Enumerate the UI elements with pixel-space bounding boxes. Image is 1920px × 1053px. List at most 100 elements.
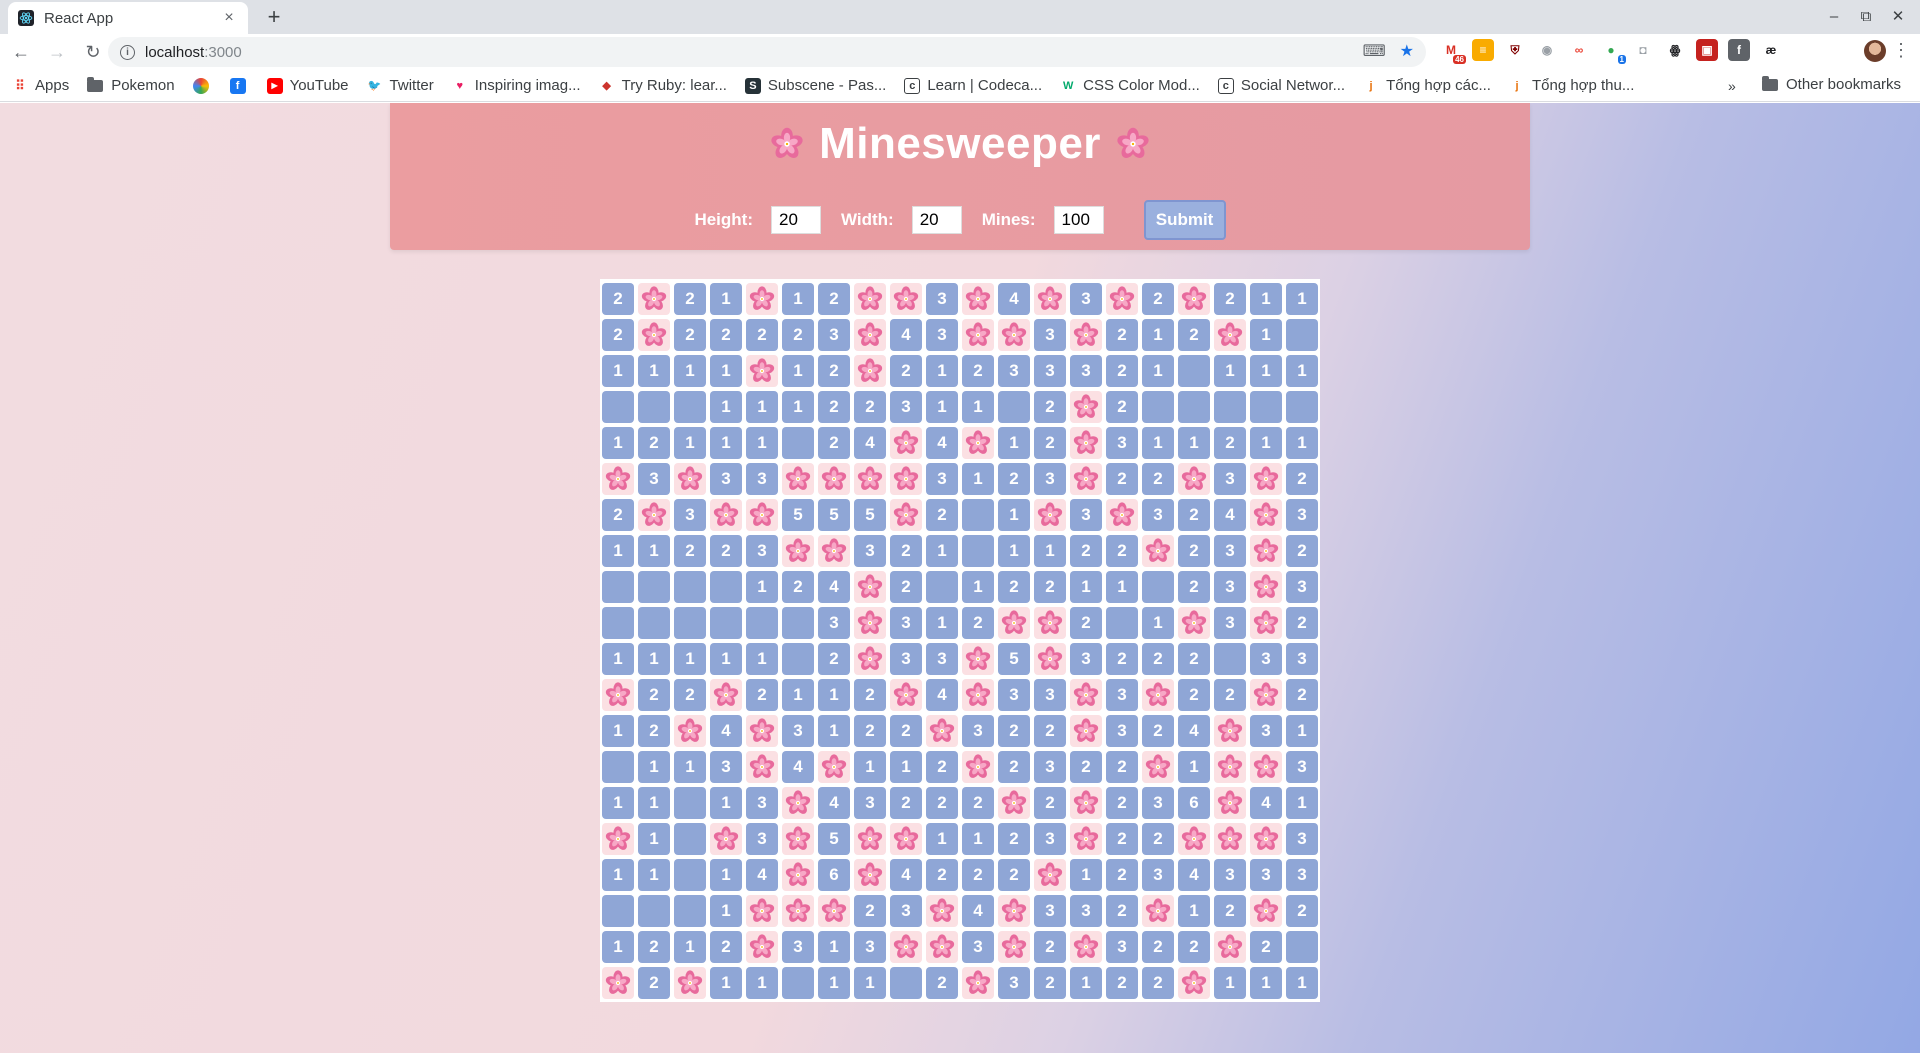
number-cell[interactable]: 2 <box>1178 643 1210 675</box>
number-cell[interactable]: 2 <box>674 283 706 315</box>
mine-cell[interactable] <box>1250 679 1282 711</box>
number-cell[interactable]: 2 <box>962 859 994 891</box>
number-cell[interactable]: 1 <box>818 967 850 999</box>
number-cell[interactable]: 2 <box>854 895 886 927</box>
address-bar[interactable]: i localhost:3000 ⌨ ★ <box>108 37 1426 67</box>
number-cell[interactable]: 3 <box>1106 931 1138 963</box>
number-cell[interactable]: 3 <box>1214 535 1246 567</box>
number-cell[interactable]: 3 <box>1070 895 1102 927</box>
mine-cell[interactable] <box>818 895 850 927</box>
number-cell[interactable]: 2 <box>890 715 922 747</box>
number-cell[interactable]: 1 <box>638 787 670 819</box>
number-cell[interactable]: 1 <box>1214 967 1246 999</box>
mine-cell[interactable] <box>782 463 814 495</box>
number-cell[interactable]: 2 <box>1178 679 1210 711</box>
number-cell[interactable]: 1 <box>746 571 778 603</box>
number-cell[interactable]: 4 <box>998 283 1030 315</box>
number-cell[interactable]: 3 <box>926 463 958 495</box>
number-cell[interactable]: 1 <box>890 751 922 783</box>
number-cell[interactable]: 1 <box>710 859 742 891</box>
number-cell[interactable]: 2 <box>818 355 850 387</box>
number-cell[interactable]: 2 <box>926 967 958 999</box>
mine-cell[interactable] <box>854 643 886 675</box>
number-cell[interactable]: 2 <box>1070 751 1102 783</box>
number-cell[interactable]: 4 <box>710 715 742 747</box>
number-cell[interactable]: 3 <box>1106 427 1138 459</box>
number-cell[interactable]: 2 <box>746 679 778 711</box>
number-cell[interactable]: 1 <box>1070 571 1102 603</box>
mine-cell[interactable] <box>1142 895 1174 927</box>
number-cell[interactable]: 3 <box>1034 355 1066 387</box>
empty-cell[interactable] <box>782 967 814 999</box>
number-cell[interactable]: 1 <box>602 643 634 675</box>
number-cell[interactable]: 3 <box>998 355 1030 387</box>
number-cell[interactable]: 1 <box>638 535 670 567</box>
mine-cell[interactable] <box>890 427 922 459</box>
mine-cell[interactable] <box>1250 463 1282 495</box>
mine-cell[interactable] <box>1214 715 1246 747</box>
mine-cell[interactable] <box>998 607 1030 639</box>
mine-cell[interactable] <box>674 463 706 495</box>
number-cell[interactable]: 1 <box>1070 859 1102 891</box>
number-cell[interactable]: 1 <box>710 895 742 927</box>
number-cell[interactable]: 1 <box>962 823 994 855</box>
number-cell[interactable]: 4 <box>746 859 778 891</box>
number-cell[interactable]: 3 <box>1106 679 1138 711</box>
mine-cell[interactable] <box>1070 823 1102 855</box>
bookmark-item[interactable]: ◆ Try Ruby: lear... <box>599 77 727 94</box>
number-cell[interactable]: 3 <box>746 787 778 819</box>
number-cell[interactable]: 2 <box>1106 355 1138 387</box>
number-cell[interactable]: 1 <box>1142 355 1174 387</box>
number-cell[interactable]: 2 <box>1142 967 1174 999</box>
mine-cell[interactable] <box>746 355 778 387</box>
number-cell[interactable]: 1 <box>998 499 1030 531</box>
number-cell[interactable]: 3 <box>1286 751 1318 783</box>
mine-cell[interactable] <box>998 787 1030 819</box>
mine-cell[interactable] <box>1214 787 1246 819</box>
mine-cell[interactable] <box>890 679 922 711</box>
number-cell[interactable]: 2 <box>1106 535 1138 567</box>
number-cell[interactable]: 2 <box>998 751 1030 783</box>
empty-cell[interactable] <box>1142 571 1174 603</box>
mine-cell[interactable] <box>1070 427 1102 459</box>
number-cell[interactable]: 2 <box>638 931 670 963</box>
mine-cell[interactable] <box>1034 283 1066 315</box>
number-cell[interactable]: 4 <box>1250 787 1282 819</box>
mine-cell[interactable] <box>746 895 778 927</box>
number-cell[interactable]: 1 <box>746 967 778 999</box>
number-cell[interactable]: 2 <box>926 859 958 891</box>
empty-cell[interactable] <box>998 391 1030 423</box>
empty-cell[interactable] <box>962 499 994 531</box>
mine-cell[interactable] <box>1250 895 1282 927</box>
number-cell[interactable]: 1 <box>1070 967 1102 999</box>
number-cell[interactable]: 3 <box>1214 571 1246 603</box>
number-cell[interactable]: 1 <box>602 355 634 387</box>
mine-cell[interactable] <box>782 859 814 891</box>
number-cell[interactable]: 2 <box>1106 463 1138 495</box>
mine-cell[interactable] <box>962 427 994 459</box>
number-cell[interactable]: 2 <box>782 571 814 603</box>
mine-cell[interactable] <box>1178 823 1210 855</box>
number-cell[interactable]: 1 <box>1250 283 1282 315</box>
number-cell[interactable]: 1 <box>602 715 634 747</box>
number-cell[interactable]: 2 <box>602 499 634 531</box>
number-cell[interactable]: 1 <box>1250 967 1282 999</box>
translate-icon[interactable]: ⌨ <box>1363 43 1386 61</box>
number-cell[interactable]: 3 <box>1214 859 1246 891</box>
number-cell[interactable]: 3 <box>1142 787 1174 819</box>
number-cell[interactable]: 2 <box>998 823 1030 855</box>
number-cell[interactable]: 2 <box>1034 427 1066 459</box>
bookmark-star-icon[interactable]: ★ <box>1400 43 1414 61</box>
number-cell[interactable]: 1 <box>1250 355 1282 387</box>
number-cell[interactable]: 1 <box>998 427 1030 459</box>
number-cell[interactable]: 2 <box>1286 607 1318 639</box>
mines-input[interactable] <box>1053 206 1104 234</box>
other-bookmarks[interactable]: Other bookmarks <box>1762 75 1901 93</box>
number-cell[interactable]: 2 <box>1142 643 1174 675</box>
mine-cell[interactable] <box>1034 499 1066 531</box>
ublock-extension-icon[interactable]: ⛨ <box>1504 39 1526 61</box>
number-cell[interactable]: 1 <box>1142 607 1174 639</box>
number-cell[interactable]: 3 <box>1070 499 1102 531</box>
mine-cell[interactable] <box>962 283 994 315</box>
bookmark-item[interactable]: j Tổng hợp thu... <box>1509 77 1634 94</box>
